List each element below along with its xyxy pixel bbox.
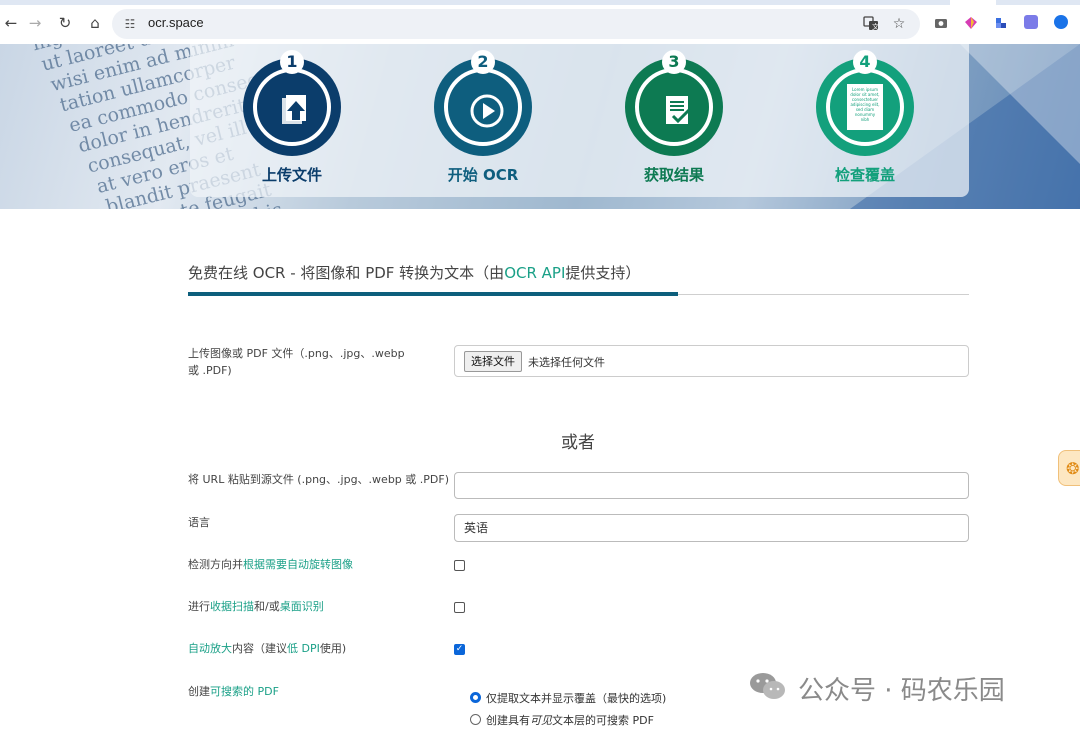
upscale-label-mid: 内容（建议 — [232, 642, 287, 655]
language-label: 语言 — [188, 516, 210, 529]
step-label: 开始 OCR — [447, 166, 519, 184]
file-upload-field[interactable]: 选择文件 未选择任何文件 — [454, 345, 969, 377]
choose-file-button[interactable]: 选择文件 — [464, 351, 522, 372]
auto-upscale-link[interactable]: 自动放大 — [188, 642, 232, 655]
step-label: 获取结果 — [643, 166, 704, 184]
play-icon — [470, 94, 504, 128]
step-get-result: 3 获取结果 — [614, 50, 734, 192]
step-label: 检查覆盖 — [834, 166, 895, 184]
translate-icon[interactable]: 文 — [862, 15, 880, 33]
language-value: 英语 — [464, 521, 489, 535]
watermark-text: 公众号 · 码农乐园 — [798, 676, 1005, 706]
receipt-scan-link[interactable]: 收据扫描 — [210, 600, 254, 613]
title-prefix: 免费在线 OCR - 将图像和 PDF 转换为文本（由 — [188, 264, 505, 282]
pdf-label-text: 创建 — [188, 685, 210, 698]
svg-text:文: 文 — [872, 22, 879, 31]
file-status-text: 未选择任何文件 — [528, 356, 605, 369]
document-check-icon — [666, 96, 693, 124]
orientation-label: 检测方向并根据需要自动旋转图像 — [188, 556, 353, 573]
upload-label: 上传图像或 PDF 文件（.png、.jpg、.webp 或 .PDF) — [188, 347, 405, 377]
site-settings-icon[interactable]: ☷ — [122, 16, 138, 32]
step-upload: 1 上传文件 — [232, 50, 352, 192]
extension-gem-icon[interactable] — [964, 15, 978, 29]
floating-helper-tab[interactable]: ❂ — [1058, 450, 1080, 486]
upscale-label-suffix: 使用) — [319, 642, 347, 655]
receipt-checkbox[interactable] — [454, 602, 465, 613]
reload-icon[interactable]: ↻ — [56, 14, 74, 32]
upscale-checkbox[interactable]: ✓ — [454, 644, 465, 655]
ocr-api-link[interactable]: OCR API — [504, 264, 565, 282]
back-icon[interactable]: ← — [2, 14, 20, 32]
low-dpi-link[interactable]: 低 DPI — [287, 642, 320, 655]
hero-banner: ing elit, sed diamut laoreet dolorewisi … — [0, 44, 1080, 209]
forward-icon[interactable]: → — [26, 14, 44, 32]
camera-icon[interactable] — [934, 15, 948, 29]
radio-selected[interactable] — [470, 692, 481, 703]
steps-panel: 1 上传文件 2 开始 OCR 3 获取结果 Lorem ipsum dolor… — [190, 44, 969, 197]
upload-file-icon — [282, 95, 306, 124]
wechat-watermark: 公众号 · 码农乐园 — [748, 668, 1058, 706]
tab-strip — [0, 0, 1080, 5]
overlay-document-icon: Lorem ipsum dolor sit amet, consectetuer… — [847, 84, 883, 130]
upscale-label: 自动放大内容（建议低 DPI使用) — [188, 640, 346, 657]
step-number: 4 — [853, 50, 877, 74]
url-input[interactable] — [454, 472, 969, 499]
step-number: 2 — [471, 50, 495, 74]
bookmark-star-icon[interactable]: ☆ — [890, 15, 908, 33]
browser-toolbar: ← → ↻ ⌂ ☷ ocr.space 文 ☆ — [0, 0, 1080, 44]
page-title: 免费在线 OCR - 将图像和 PDF 转换为文本（由OCR API提供支持） — [188, 262, 640, 283]
step-number: 1 — [280, 50, 304, 74]
extension-chat-icon[interactable] — [1024, 15, 1038, 29]
auto-rotate-link[interactable]: 根据需要自动旋转图像 — [243, 558, 353, 571]
title-accent-bar — [188, 292, 678, 296]
or-separator: 或者 — [561, 433, 595, 453]
wechat-icon — [750, 673, 785, 699]
table-recognition-link[interactable]: 桌面识别 — [280, 600, 324, 613]
extension-s-icon[interactable] — [1054, 15, 1068, 29]
step-label: 上传文件 — [261, 166, 322, 184]
step-check-overlay: Lorem ipsum dolor sit amet, consectetuer… — [805, 50, 925, 192]
pdf-option-label: 创建具有可见文本层的可搜索 PDF — [486, 714, 654, 727]
receipt-label-text: 进行 — [188, 600, 210, 613]
title-suffix: 提供支持） — [565, 264, 641, 282]
pdf-option-label: 仅提取文本并显示覆盖（最快的选项) — [486, 692, 667, 705]
receipt-label: 进行收据扫描和/或桌面识别 — [188, 598, 324, 615]
helper-icon[interactable]: ❂ — [1066, 459, 1079, 478]
step-start-ocr: 2 开始 OCR — [423, 50, 543, 192]
home-icon[interactable]: ⌂ — [86, 14, 104, 32]
language-select[interactable]: 英语 — [454, 514, 969, 542]
extension-puzzle-icon[interactable] — [994, 15, 1008, 29]
address-bar[interactable]: ☷ ocr.space 文 ☆ — [112, 9, 920, 39]
pdf-label: 创建可搜索的 PDF — [188, 683, 279, 700]
url-text[interactable]: ocr.space — [148, 15, 204, 30]
receipt-label-mid: 和/或 — [254, 600, 280, 613]
orientation-checkbox[interactable] — [454, 560, 465, 571]
orientation-label-text: 检测方向并 — [188, 558, 243, 571]
url-label: 将 URL 粘贴到源文件 (.png、.jpg、.webp 或 .PDF) — [188, 473, 449, 486]
radio-unselected[interactable] — [470, 714, 481, 725]
searchable-pdf-link[interactable]: 可搜索的 PDF — [210, 685, 279, 698]
step-number: 3 — [662, 50, 686, 74]
